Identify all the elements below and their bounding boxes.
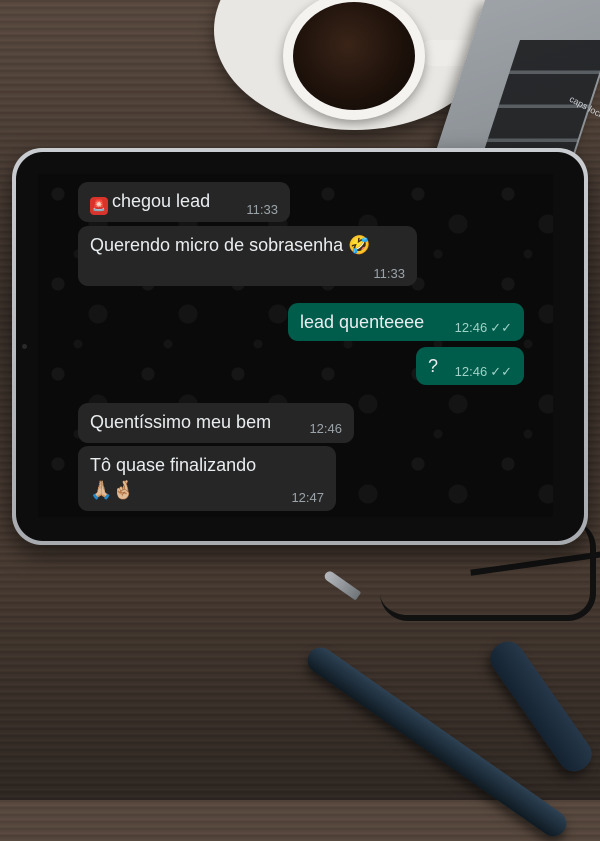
message-time: 12:46 <box>454 320 488 335</box>
message-time: 11:33 <box>246 202 278 217</box>
coffee <box>293 2 415 110</box>
message-bubble-incoming[interactable]: Tô quase finalizando 🙏🏼🤞🏼 12:47 <box>78 446 336 511</box>
message-text: Tô quase finalizando <box>90 455 257 475</box>
message-text: lead quenteeee <box>300 312 425 332</box>
tablet-camera <box>22 344 27 349</box>
read-receipt-icon: ✓✓ <box>490 320 512 335</box>
message-time: 12:46 <box>454 364 488 379</box>
siren-emoji-icon: 🚨 <box>90 197 108 215</box>
pen-cap <box>484 635 598 778</box>
pen-tip <box>322 569 362 601</box>
read-receipt-icon: ✓✓ <box>490 364 512 379</box>
message-text: ? <box>428 356 439 376</box>
message-bubble-incoming[interactable]: 🚨 chegou lead 11:33 <box>78 182 290 222</box>
message-time: 12:47 <box>291 490 324 505</box>
message-text: Quentíssimo meu bem <box>90 412 272 432</box>
message-time: 12:46 <box>309 421 342 436</box>
message-bubble-outgoing[interactable]: ? 12:46 ✓✓ <box>416 347 524 385</box>
message-bubble-incoming[interactable]: Querendo micro de sobrasenha 🤣 11:33 <box>78 226 417 286</box>
message-time-row: 12:46 ✓✓ <box>455 320 512 336</box>
message-text: chegou lead <box>112 191 211 211</box>
rofl-emoji-icon: 🤣 <box>348 235 371 255</box>
message-time-row: 12:46 ✓✓ <box>455 364 512 380</box>
message-text-row: 🚨 chegou lead <box>90 191 210 215</box>
message-bubble-outgoing[interactable]: lead quenteeee 12:46 ✓✓ <box>288 303 524 341</box>
praying-crossed-fingers-emoji-icon: 🙏🏼🤞🏼 <box>90 480 135 500</box>
message-text-row: Querendo micro de sobrasenha 🤣 <box>90 235 371 256</box>
message-time: 11:33 <box>373 266 405 281</box>
chat-screen: 🚨 chegou lead 11:33 Querendo micro de sob… <box>38 174 553 517</box>
message-bubble-incoming[interactable]: Quentíssimo meu bem 12:46 <box>78 403 354 443</box>
message-text: Querendo micro de sobrasenha <box>90 235 344 255</box>
